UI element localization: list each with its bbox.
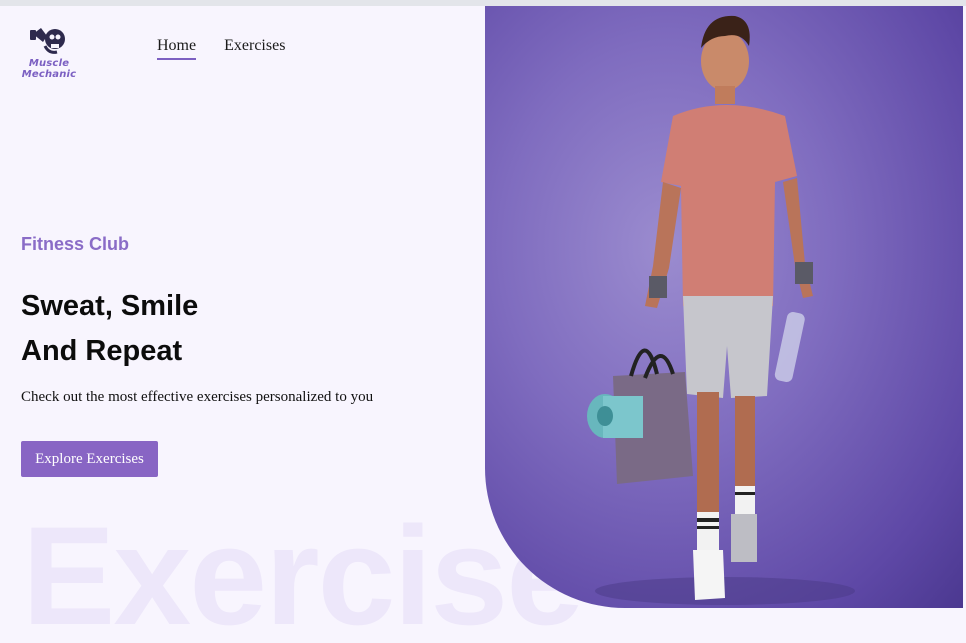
- nav-home[interactable]: Home: [157, 37, 197, 60]
- headline-line-2: And Repeat: [21, 335, 183, 367]
- brand-logo[interactable]: Muscle Mechanic: [4, 24, 94, 80]
- man-walking-with-gym-bag-image: [485, 6, 963, 608]
- explore-exercises-button[interactable]: Explore Exercises: [21, 441, 158, 477]
- page: Muscle Mechanic Home Exercises Exercise …: [0, 6, 966, 643]
- nav-exercises[interactable]: Exercises: [224, 37, 285, 60]
- brand-name: Muscle Mechanic: [21, 58, 77, 80]
- hero-subtext: Check out the most effective exercises p…: [21, 389, 374, 405]
- hero-headline: Sweat, Smile And Repeat: [21, 284, 198, 374]
- main-nav: Home Exercises: [157, 37, 285, 60]
- flexing-skull-icon: [30, 28, 65, 54]
- hero-eyebrow: Fitness Club: [21, 234, 130, 254]
- headline-line-1: Sweat, Smile: [21, 290, 199, 322]
